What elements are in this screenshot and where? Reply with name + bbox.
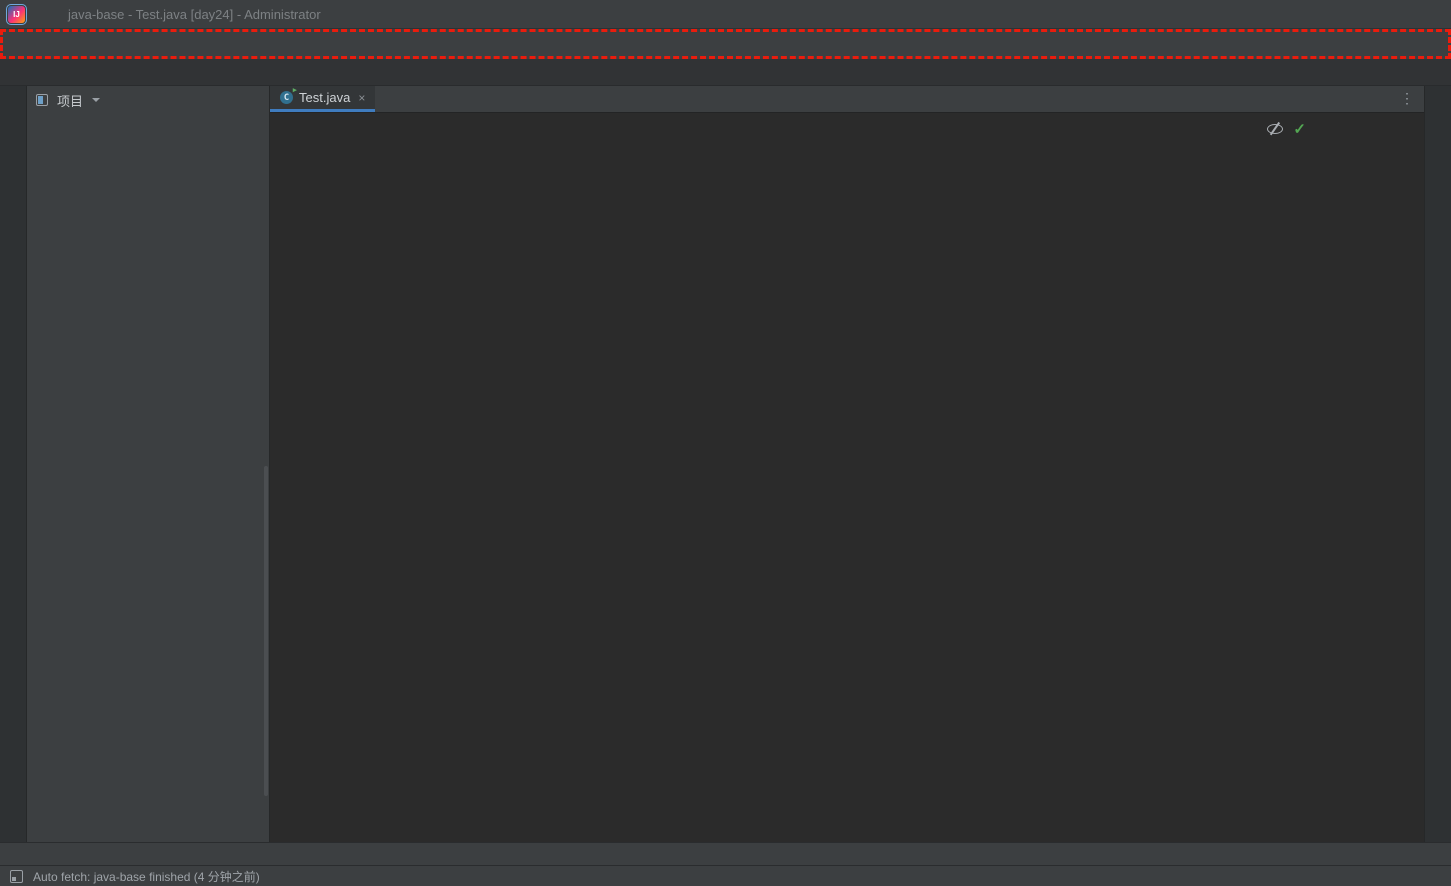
project-panel-title[interactable]: 项目: [57, 91, 83, 110]
editor-widgets: ✓: [1267, 120, 1306, 138]
class-icon: C: [280, 91, 293, 104]
project-panel-header: 项目: [27, 86, 269, 114]
editor-pane: C Test.java × ⋮ ✓: [270, 86, 1424, 842]
project-scrollbar[interactable]: [264, 466, 268, 796]
code-minimap[interactable]: [1318, 114, 1422, 118]
code-area[interactable]: [270, 113, 1424, 842]
close-icon[interactable]: ×: [358, 91, 365, 105]
reader-mode-eye-icon[interactable]: [1267, 123, 1283, 135]
title-bar: IJ java-base - Test.java [day24] - Admin…: [0, 0, 1451, 29]
chevron-down-icon[interactable]: [92, 98, 100, 102]
status-message: Auto fetch: java-base finished (4 分钟之前): [33, 868, 260, 885]
main-toolbar: [0, 29, 1451, 59]
right-tool-strip: [1424, 86, 1451, 842]
tab-test-java[interactable]: C Test.java ×: [270, 86, 375, 112]
tab-label: Test.java: [299, 90, 350, 105]
tool-window-layout-icon[interactable]: [10, 870, 23, 883]
inspections-ok-icon[interactable]: ✓: [1293, 120, 1306, 138]
more-options-icon[interactable]: ⋮: [1400, 90, 1414, 107]
project-panel: 项目: [27, 86, 270, 842]
tool-window-bar: [0, 842, 1451, 865]
breadcrumb: [0, 59, 1451, 86]
window-title: java-base - Test.java [day24] - Administ…: [68, 7, 321, 22]
editor-tab-bar: C Test.java × ⋮: [270, 86, 1424, 113]
project-tree: [27, 114, 269, 842]
left-tool-strip: [0, 86, 27, 842]
project-view-icon: [34, 92, 50, 108]
app-logo-icon: IJ: [8, 6, 25, 23]
